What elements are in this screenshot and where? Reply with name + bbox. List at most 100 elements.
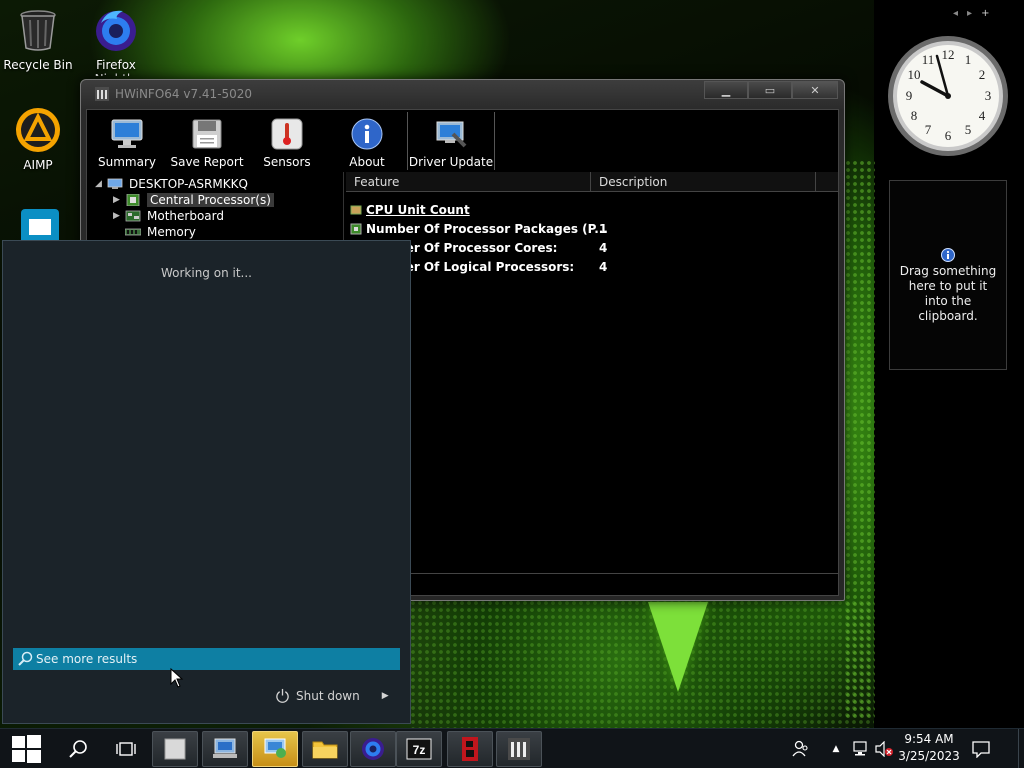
list-row[interactable]: Number Of Processor Packages (P... 1 — [350, 219, 608, 238]
sensors-button[interactable]: Sensors — [247, 110, 327, 172]
desktop-icon-label: Firefox Nightly — [95, 58, 138, 76]
desktop-icon-aimp[interactable]: AIMP — [0, 106, 76, 172]
previous-gadget-button[interactable]: ◂ — [953, 8, 958, 19]
about-label: About — [349, 155, 385, 169]
add-gadget-button[interactable]: + — [981, 8, 989, 19]
show-desktop-button[interactable] — [1018, 729, 1024, 768]
taskbar-app-blank[interactable] — [152, 731, 198, 767]
aimp-icon — [14, 106, 62, 154]
taskbar-app-bandicam[interactable] — [447, 731, 493, 767]
taskbar: 7z ▲ 9:54 AM 3/25/2023 — [0, 728, 1024, 768]
collapsed-icon[interactable]: ▶ — [113, 211, 125, 221]
start-menu[interactable]: Working on it... See more results Shut d… — [2, 240, 411, 724]
shutdown-label: Shut down — [296, 688, 360, 703]
cpu-icon — [126, 194, 140, 206]
firefox-nightly-icon — [362, 738, 384, 760]
svg-text:6: 6 — [945, 128, 952, 143]
app-shortcut-icon — [16, 204, 64, 240]
driver-update-button[interactable]: Driver Update — [408, 110, 494, 172]
close-button[interactable]: ✕ — [792, 81, 838, 99]
taskbar-app-network[interactable] — [202, 731, 248, 767]
task-view-icon — [116, 742, 136, 756]
row-value: 1 — [599, 221, 608, 236]
shutdown-button[interactable]: Shut down ▶ — [275, 688, 389, 703]
svg-text:12: 12 — [942, 47, 955, 62]
taskbar-app-file-explorer[interactable] — [302, 731, 348, 767]
tree-item-memory[interactable]: Memory — [125, 224, 196, 240]
notification-icon — [972, 741, 990, 758]
svg-text:1: 1 — [965, 52, 972, 67]
tree-root-label: DESKTOP-ASRMKKQ — [129, 177, 248, 191]
column-description[interactable]: Description — [591, 172, 816, 192]
taskbar-app-7zip[interactable]: 7z — [396, 731, 442, 767]
taskbar-app-firefox-nightly[interactable] — [350, 731, 396, 767]
see-more-results-button[interactable]: See more results — [13, 648, 400, 670]
desktop-icon-label: AIMP — [23, 158, 53, 172]
sensors-label: Sensors — [263, 155, 311, 169]
monitor-icon — [110, 117, 144, 151]
svg-text:7: 7 — [925, 122, 932, 137]
clipboard-text: Drag something here to put it into the c… — [899, 264, 997, 323]
see-more-label: See more results — [36, 652, 138, 666]
network-tray-button[interactable] — [850, 729, 872, 768]
window-controls: ▁ ▭ ✕ — [704, 81, 838, 99]
svg-text:10: 10 — [908, 67, 921, 82]
action-center-button[interactable] — [966, 729, 996, 768]
about-button[interactable]: About — [327, 110, 407, 172]
minimize-button[interactable]: ▁ — [704, 81, 748, 99]
section-icon — [350, 205, 362, 214]
desktop-icon-partial[interactable] — [2, 204, 78, 240]
wallpaper-spike — [648, 602, 708, 692]
tray-clock[interactable]: 9:54 AM 3/25/2023 — [898, 731, 960, 765]
hwinfo-titlebar[interactable]: HWiNFO64 v7.41-5020 ▁ ▭ ✕ — [81, 80, 844, 108]
tray-overflow-button[interactable]: ▲ — [828, 729, 844, 768]
chevron-right-icon[interactable]: ▶ — [382, 691, 389, 701]
list-section-header[interactable]: CPU Unit Count — [350, 200, 470, 219]
clipboard-gadget[interactable]: Drag something here to put it into the c… — [889, 180, 1007, 370]
search-button[interactable] — [56, 729, 100, 768]
gadget-controls: ◂ ▸ + — [953, 8, 989, 19]
bandicam-icon — [462, 737, 478, 761]
wallpaper-texture-right — [845, 160, 875, 720]
summary-label: Summary — [98, 155, 156, 169]
power-icon — [276, 688, 289, 703]
tree-item-motherboard[interactable]: ▶ Motherboard — [113, 208, 224, 224]
start-button[interactable] — [0, 729, 52, 768]
tree-item-cpu[interactable]: ▶ Central Processor(s) — [113, 192, 274, 208]
taskbar-app-control-panel[interactable] — [252, 731, 298, 767]
svg-text:9: 9 — [906, 88, 913, 103]
desktop-icon-label: Recycle Bin — [3, 58, 73, 72]
taskbar-app-hwinfo[interactable] — [496, 731, 542, 767]
expanded-icon[interactable]: ◢ — [95, 179, 107, 189]
svg-text:2: 2 — [979, 67, 986, 82]
desktop-icon-recycle-bin[interactable]: Recycle Bin — [0, 6, 76, 72]
clock-gadget[interactable]: 12 12 345 678 91011 — [886, 34, 1010, 158]
maximize-button[interactable]: ▭ — [748, 81, 792, 99]
tree-item-label: Central Processor(s) — [147, 193, 274, 207]
row-value: 4 — [599, 240, 608, 255]
mouse-cursor-icon — [170, 668, 184, 688]
memory-icon — [125, 228, 141, 236]
firefox-nightly-icon — [92, 6, 140, 54]
tray-time: 9:54 AM — [904, 732, 954, 746]
maximize-icon: ▭ — [764, 83, 776, 97]
save-report-button[interactable]: Save Report — [167, 110, 247, 172]
toolbar-separator — [494, 112, 495, 170]
window-title: HWiNFO64 v7.41-5020 — [115, 87, 253, 101]
volume-tray-button[interactable] — [873, 729, 895, 768]
task-view-button[interactable] — [104, 729, 148, 768]
close-icon: ✕ — [810, 83, 820, 97]
summary-button[interactable]: Summary — [87, 110, 167, 172]
svg-text:4: 4 — [979, 108, 986, 123]
svg-text:5: 5 — [965, 122, 972, 137]
info-icon — [350, 117, 384, 151]
next-gadget-button[interactable]: ▸ — [967, 8, 972, 19]
desktop-icon-firefox-nightly[interactable]: Firefox Nightly — [78, 6, 154, 76]
column-feature[interactable]: Feature — [346, 172, 591, 192]
list-header: Feature Description — [346, 172, 838, 192]
collapsed-icon[interactable]: ▶ — [113, 195, 125, 205]
tree-root[interactable]: ◢ DESKTOP-ASRMKKQ — [95, 176, 248, 192]
people-button[interactable] — [788, 729, 814, 768]
feature-list[interactable]: Feature Description CPU Unit Count Numbe… — [346, 172, 838, 567]
hwinfo-app-icon — [508, 738, 530, 760]
